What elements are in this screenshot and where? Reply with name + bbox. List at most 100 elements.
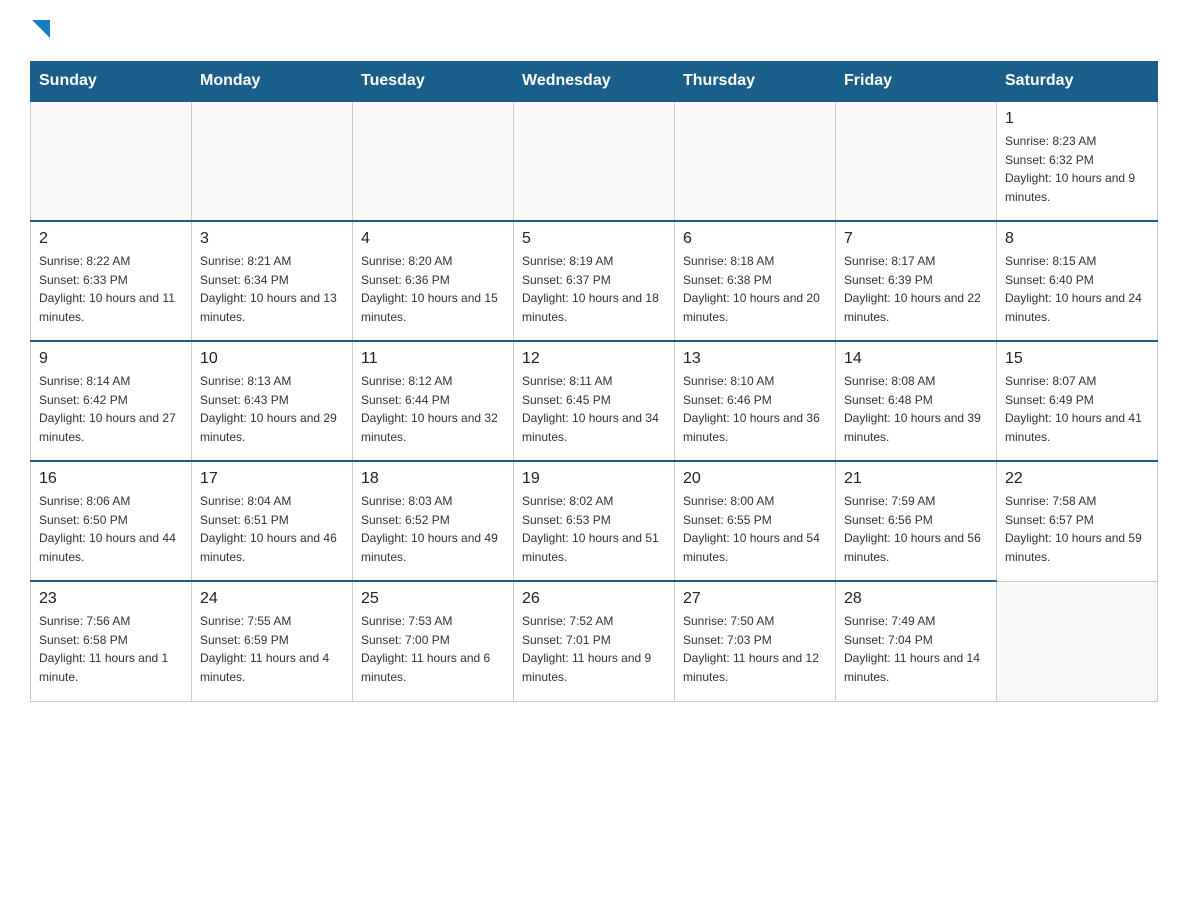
day-info: Sunrise: 8:11 AMSunset: 6:45 PMDaylight:… — [522, 372, 666, 446]
calendar-day-cell: 27Sunrise: 7:50 AMSunset: 7:03 PMDayligh… — [675, 581, 836, 701]
calendar-day-cell: 15Sunrise: 8:07 AMSunset: 6:49 PMDayligh… — [997, 341, 1158, 461]
day-info: Sunrise: 8:20 AMSunset: 6:36 PMDaylight:… — [361, 252, 505, 326]
day-number: 12 — [522, 350, 666, 368]
day-number: 24 — [200, 590, 344, 608]
calendar-day-cell: 20 Sunrise: 8:00 AMSunset: 6:55 PMDayligh… — [675, 461, 836, 581]
day-info: Sunrise: 7:49 AMSunset: 7:04 PMDaylight:… — [844, 612, 988, 686]
day-info: Sunrise: 8:17 AMSunset: 6:39 PMDaylight:… — [844, 252, 988, 326]
day-number: 1 — [1005, 110, 1149, 128]
day-info: Sunrise: 8:06 AMSunset: 6:50 PMDaylight:… — [39, 492, 183, 566]
day-number: 3 — [200, 230, 344, 248]
day-number: 14 — [844, 350, 988, 368]
day-number: 9 — [39, 350, 183, 368]
day-info: Sunrise: 7:55 AMSunset: 6:59 PMDaylight:… — [200, 612, 344, 686]
day-info: Sunrise: 8:18 AMSunset: 6:38 PMDaylight:… — [683, 252, 827, 326]
calendar-day-cell — [675, 101, 836, 221]
day-info: Sunrise: 8:22 AMSunset: 6:33 PMDaylight:… — [39, 252, 183, 326]
calendar-day-cell: 13 Sunrise: 8:10 AMSunset: 6:46 PMDayligh… — [675, 341, 836, 461]
day-info: Sunrise: 8:03 AMSunset: 6:52 PMDaylight:… — [361, 492, 505, 566]
day-number: 8 — [1005, 230, 1149, 248]
calendar-day-cell: 26 Sunrise: 7:52 AMSunset: 7:01 PMDayligh… — [514, 581, 675, 701]
calendar-day-cell — [353, 101, 514, 221]
calendar-day-cell: 16 Sunrise: 8:06 AMSunset: 6:50 PMDayligh… — [31, 461, 192, 581]
calendar-day-cell: 21 Sunrise: 7:59 AMSunset: 6:56 PMDayligh… — [836, 461, 997, 581]
day-info: Sunrise: 8:13 AMSunset: 6:43 PMDaylight:… — [200, 372, 344, 446]
calendar-day-cell: 8 Sunrise: 8:15 AMSunset: 6:40 PMDaylight… — [997, 221, 1158, 341]
day-number: 10 — [200, 350, 344, 368]
calendar-day-cell: 1 Sunrise: 8:23 AMSunset: 6:32 PMDaylight… — [997, 101, 1158, 221]
day-info: Sunrise: 7:58 AMSunset: 6:57 PMDaylight:… — [1005, 492, 1149, 566]
day-number: 6 — [683, 230, 827, 248]
day-info: Sunrise: 8:15 AMSunset: 6:40 PMDaylight:… — [1005, 252, 1149, 326]
calendar-day-cell: 6 Sunrise: 8:18 AMSunset: 6:38 PMDaylight… — [675, 221, 836, 341]
day-number: 5 — [522, 230, 666, 248]
calendar-day-cell: 24 Sunrise: 7:55 AMSunset: 6:59 PMDayligh… — [192, 581, 353, 701]
calendar-table: SundayMondayTuesdayWednesdayThursdayFrid… — [30, 61, 1158, 702]
calendar-week-row: 23 Sunrise: 7:56 AMSunset: 6:58 PMDayligh… — [31, 581, 1158, 701]
calendar-day-cell — [997, 581, 1158, 701]
day-number: 15 — [1005, 350, 1149, 368]
day-number: 4 — [361, 230, 505, 248]
day-number: 23 — [39, 590, 183, 608]
day-number: 26 — [522, 590, 666, 608]
calendar-day-cell — [192, 101, 353, 221]
calendar-day-cell: 17 Sunrise: 8:04 AMSunset: 6:51 PMDayligh… — [192, 461, 353, 581]
calendar-day-cell: 5Sunrise: 8:19 AMSunset: 6:37 PMDaylight… — [514, 221, 675, 341]
day-info: Sunrise: 8:00 AMSunset: 6:55 PMDaylight:… — [683, 492, 827, 566]
day-number: 7 — [844, 230, 988, 248]
calendar-day-cell: 25 Sunrise: 7:53 AMSunset: 7:00 PMDayligh… — [353, 581, 514, 701]
day-info: Sunrise: 8:14 AMSunset: 6:42 PMDaylight:… — [39, 372, 183, 446]
calendar-day-cell: 12 Sunrise: 8:11 AMSunset: 6:45 PMDayligh… — [514, 341, 675, 461]
calendar-week-row: 16 Sunrise: 8:06 AMSunset: 6:50 PMDayligh… — [31, 461, 1158, 581]
day-number: 17 — [200, 470, 344, 488]
day-number: 11 — [361, 350, 505, 368]
weekday-header-thursday: Thursday — [675, 62, 836, 102]
calendar-day-cell: 14 Sunrise: 8:08 AMSunset: 6:48 PMDayligh… — [836, 341, 997, 461]
day-number: 16 — [39, 470, 183, 488]
calendar-day-cell: 7 Sunrise: 8:17 AMSunset: 6:39 PMDaylight… — [836, 221, 997, 341]
calendar-week-row: 9 Sunrise: 8:14 AMSunset: 6:42 PMDaylight… — [31, 341, 1158, 461]
day-number: 25 — [361, 590, 505, 608]
weekday-header-tuesday: Tuesday — [353, 62, 514, 102]
day-info: Sunrise: 7:56 AMSunset: 6:58 PMDaylight:… — [39, 612, 183, 686]
logo-arrow-icon — [32, 20, 50, 43]
calendar-week-row: 1 Sunrise: 8:23 AMSunset: 6:32 PMDaylight… — [31, 101, 1158, 221]
calendar-day-cell: 23 Sunrise: 7:56 AMSunset: 6:58 PMDayligh… — [31, 581, 192, 701]
calendar-body: 1 Sunrise: 8:23 AMSunset: 6:32 PMDaylight… — [31, 101, 1158, 701]
day-info: Sunrise: 8:04 AMSunset: 6:51 PMDaylight:… — [200, 492, 344, 566]
day-info: Sunrise: 8:21 AMSunset: 6:34 PMDaylight:… — [200, 252, 344, 326]
calendar-header: SundayMondayTuesdayWednesdayThursdayFrid… — [31, 62, 1158, 102]
calendar-day-cell: 2Sunrise: 8:22 AMSunset: 6:33 PMDaylight… — [31, 221, 192, 341]
weekday-header-wednesday: Wednesday — [514, 62, 675, 102]
calendar-day-cell — [514, 101, 675, 221]
day-info: Sunrise: 8:10 AMSunset: 6:46 PMDaylight:… — [683, 372, 827, 446]
day-info: Sunrise: 8:23 AMSunset: 6:32 PMDaylight:… — [1005, 132, 1149, 206]
day-info: Sunrise: 7:53 AMSunset: 7:00 PMDaylight:… — [361, 612, 505, 686]
logo-line1 — [30, 20, 50, 47]
day-info: Sunrise: 7:52 AMSunset: 7:01 PMDaylight:… — [522, 612, 666, 686]
day-number: 20 — [683, 470, 827, 488]
weekday-header-row: SundayMondayTuesdayWednesdayThursdayFrid… — [31, 62, 1158, 102]
calendar-day-cell: 28 Sunrise: 7:49 AMSunset: 7:04 PMDayligh… — [836, 581, 997, 701]
weekday-header-friday: Friday — [836, 62, 997, 102]
day-number: 21 — [844, 470, 988, 488]
day-number: 18 — [361, 470, 505, 488]
day-number: 19 — [522, 470, 666, 488]
weekday-header-sunday: Sunday — [31, 62, 192, 102]
calendar-day-cell — [31, 101, 192, 221]
calendar-day-cell — [836, 101, 997, 221]
calendar-day-cell: 10 Sunrise: 8:13 AMSunset: 6:43 PMDayligh… — [192, 341, 353, 461]
weekday-header-monday: Monday — [192, 62, 353, 102]
calendar-day-cell: 11 Sunrise: 8:12 AMSunset: 6:44 PMDayligh… — [353, 341, 514, 461]
page-header — [30, 20, 1158, 41]
calendar-day-cell: 9 Sunrise: 8:14 AMSunset: 6:42 PMDaylight… — [31, 341, 192, 461]
calendar-day-cell: 18 Sunrise: 8:03 AMSunset: 6:52 PMDayligh… — [353, 461, 514, 581]
day-info: Sunrise: 8:08 AMSunset: 6:48 PMDaylight:… — [844, 372, 988, 446]
day-number: 28 — [844, 590, 988, 608]
day-number: 13 — [683, 350, 827, 368]
calendar-day-cell: 4 Sunrise: 8:20 AMSunset: 6:36 PMDaylight… — [353, 221, 514, 341]
day-info: Sunrise: 7:59 AMSunset: 6:56 PMDaylight:… — [844, 492, 988, 566]
calendar-day-cell: 19Sunrise: 8:02 AMSunset: 6:53 PMDayligh… — [514, 461, 675, 581]
day-info: Sunrise: 8:12 AMSunset: 6:44 PMDaylight:… — [361, 372, 505, 446]
calendar-day-cell: 22Sunrise: 7:58 AMSunset: 6:57 PMDayligh… — [997, 461, 1158, 581]
